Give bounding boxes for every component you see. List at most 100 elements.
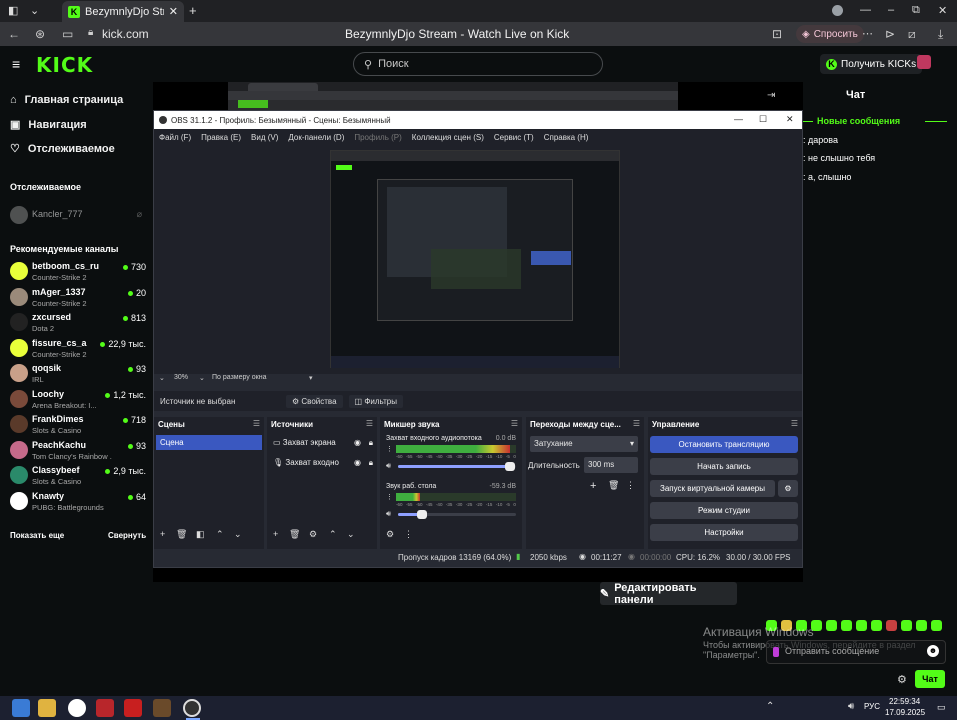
profile-avatar-icon[interactable] <box>832 5 843 16</box>
more-menu-icon[interactable]: ⋯ <box>862 27 873 40</box>
speaker-icon[interactable]: 🔊︎ <box>386 461 391 471</box>
emote-icon[interactable] <box>826 620 837 631</box>
emote-icon[interactable] <box>841 620 852 631</box>
recommended-channel[interactable]: Classybeef Slots & Casino 2,9 тыс. <box>10 464 146 488</box>
obs-menu-item[interactable]: Файл (F) <box>159 133 191 142</box>
tray-overflow-icon[interactable]: ⌃ <box>766 701 774 712</box>
emoji-icon[interactable]: ☻ <box>927 645 939 657</box>
virtual-camera-settings-icon[interactable]: ⚙ <box>778 480 798 497</box>
bookmarks-icon[interactable]: ▭ <box>62 27 73 41</box>
obs-menu-item[interactable]: Вид (V) <box>251 133 278 142</box>
tab-list-chevron-icon[interactable]: ⌄ <box>30 4 39 17</box>
obs-menu-item[interactable]: Коллекция сцен (S) <box>412 133 484 142</box>
obs-maximize-icon[interactable]: ☐ <box>759 114 767 125</box>
collapse-link[interactable]: Свернуть <box>108 531 146 540</box>
obs-window[interactable]: OBS 31.1.2 - Профиль: Безымянный - Сцены… <box>153 110 803 568</box>
add-source-icon[interactable]: + <box>273 529 278 539</box>
source-settings-icon[interactable]: ⚙ <box>309 529 317 540</box>
send-chat-button[interactable]: Чат <box>915 670 945 688</box>
dock-menu-icon[interactable]: ☰ <box>791 419 798 428</box>
url-text[interactable]: kick.com <box>102 27 149 41</box>
emote-icon[interactable] <box>931 620 942 631</box>
duration-input[interactable]: 300 ms <box>584 457 638 473</box>
user-avatar[interactable] <box>917 55 931 69</box>
move-down-icon[interactable]: ⌄ <box>347 529 355 540</box>
add-transition-icon[interactable]: + <box>590 480 596 492</box>
recommended-channel[interactable]: qoqsik IRL 93 <box>10 362 146 386</box>
source-item-audio[interactable]: 🎙︎ Захват входно ◉ 🔒︎ <box>269 455 375 470</box>
recommended-channel[interactable]: betboom_cs_ru Counter-Strike 2 730 <box>10 260 146 284</box>
transition-menu-icon[interactable]: ⋮ <box>626 480 635 491</box>
move-down-icon[interactable]: ⌄ <box>234 529 242 540</box>
close-tab-icon[interactable]: ✕ <box>169 5 178 18</box>
zoom-level[interactable]: 30% <box>174 374 188 381</box>
visibility-icon[interactable]: ◉ <box>354 438 361 447</box>
filezilla-icon[interactable] <box>96 699 114 717</box>
dock-menu-icon[interactable]: ☰ <box>366 419 373 428</box>
volume-slider[interactable] <box>398 510 516 519</box>
minimize-window-icon[interactable]: — <box>860 4 871 16</box>
file-explorer-icon[interactable] <box>38 699 56 717</box>
delete-transition-icon[interactable]: 🗑︎ <box>608 480 619 491</box>
game-app-icon[interactable] <box>153 699 171 717</box>
get-kicks-button[interactable]: K Получить KICKs <box>820 54 923 74</box>
language-indicator[interactable]: РУС <box>864 702 880 711</box>
advanced-audio-icon[interactable]: ⚙ <box>386 529 394 540</box>
back-icon[interactable]: ← <box>8 27 20 41</box>
followed-channel[interactable]: Kancler_777 ⌀ <box>10 204 146 228</box>
minimize-icon[interactable]: – <box>888 4 894 16</box>
recommended-channel[interactable]: zxcursed Dota 2 813 <box>10 311 146 335</box>
notification-icon[interactable]: ▭ <box>937 702 946 713</box>
dock-menu-icon[interactable]: ☰ <box>253 419 260 428</box>
speaker-icon[interactable]: 🔊︎ <box>386 509 391 519</box>
nav-browse[interactable]: ▣ Навигация <box>10 118 87 132</box>
extensions-icon[interactable]: ⧄ <box>908 27 916 42</box>
add-scene-icon[interactable]: + <box>160 529 165 539</box>
lock-icon[interactable]: 🔒︎ <box>369 438 373 448</box>
download-icon[interactable]: ⤓ <box>938 27 943 42</box>
delete-source-icon[interactable]: 🗑︎ <box>289 529 300 540</box>
obs-menu-item[interactable]: Справка (H) <box>544 133 589 142</box>
transition-select[interactable]: Затухание ▾ <box>530 436 638 452</box>
emote-icon[interactable] <box>856 620 867 631</box>
ask-button[interactable]: ◈ Спросить <box>796 25 864 43</box>
properties-button[interactable]: ⚙ Свойства <box>286 394 343 408</box>
fit-dropdown-icon[interactable]: ▾ <box>309 374 313 382</box>
edit-panels-button[interactable]: ✎ Редактировать панели <box>600 582 737 606</box>
search-input[interactable]: ⚲ Поиск <box>353 52 603 76</box>
dock-menu-icon[interactable]: ☰ <box>511 419 518 428</box>
filters-button[interactable]: ◫ Фильтры <box>348 394 403 408</box>
collapse-chat-icon[interactable]: ⇥ <box>767 90 775 101</box>
volume-slider-handle[interactable] <box>505 462 516 471</box>
recommended-channel[interactable]: FrankDimes Slots & Casino 718 <box>10 413 146 437</box>
start-recording-button[interactable]: Начать запись <box>650 458 798 475</box>
yandex-shield-icon[interactable]: ⊛ <box>35 27 45 41</box>
nav-home[interactable]: ⌂ Главная страница <box>10 94 123 106</box>
volume-slider[interactable] <box>398 462 516 471</box>
close-window-icon[interactable]: ✕ <box>938 4 947 17</box>
obs-preview[interactable] <box>154 145 802 374</box>
stop-streaming-button[interactable]: Остановить трансляцию <box>650 436 798 453</box>
mixer-menu-icon[interactable]: ⋮ <box>404 529 413 540</box>
settings-button[interactable]: Настройки <box>650 524 798 541</box>
obs-menu-item[interactable]: Док-панели (D) <box>288 133 344 142</box>
visibility-icon[interactable]: ◉ <box>354 458 361 467</box>
chat-settings-icon[interactable]: ⚙ <box>897 673 907 686</box>
maximize-icon[interactable]: ⧉ <box>912 4 920 17</box>
clock-time[interactable]: 22:59:34 <box>889 697 920 706</box>
video-app-icon[interactable] <box>124 699 142 717</box>
cast-icon[interactable]: ⊳ <box>885 27 895 41</box>
hamburger-menu-icon[interactable]: ≡ <box>12 56 20 72</box>
mixer-menu-icon[interactable]: ⋮ <box>386 445 393 453</box>
source-item-screen[interactable]: ▭ Захват экрана ◉ 🔒︎ <box>269 435 375 450</box>
move-up-icon[interactable]: ⌃ <box>216 529 224 540</box>
recommended-channel[interactable]: mAger_1337 Counter-Strike 2 20 <box>10 286 146 310</box>
tab-kick-stream[interactable]: K BezymnlyDjo Stream - W ✕ <box>62 1 184 22</box>
recommended-channel[interactable]: Loochy Arena Breakout: I... 1,2 тыс. <box>10 388 146 412</box>
recommended-channel[interactable]: Knawty PUBG: Battlegrounds 64 <box>10 490 146 514</box>
recommended-channel[interactable]: PeachKachu Tom Clancy's Rainbow ... 93 <box>10 439 146 463</box>
mixer-menu-icon[interactable]: ⋮ <box>386 493 393 501</box>
obs-close-icon[interactable]: ✕ <box>786 114 794 125</box>
obs-minimize-icon[interactable]: — <box>734 114 743 124</box>
fit-window-label[interactable]: По размеру окна <box>212 374 266 381</box>
